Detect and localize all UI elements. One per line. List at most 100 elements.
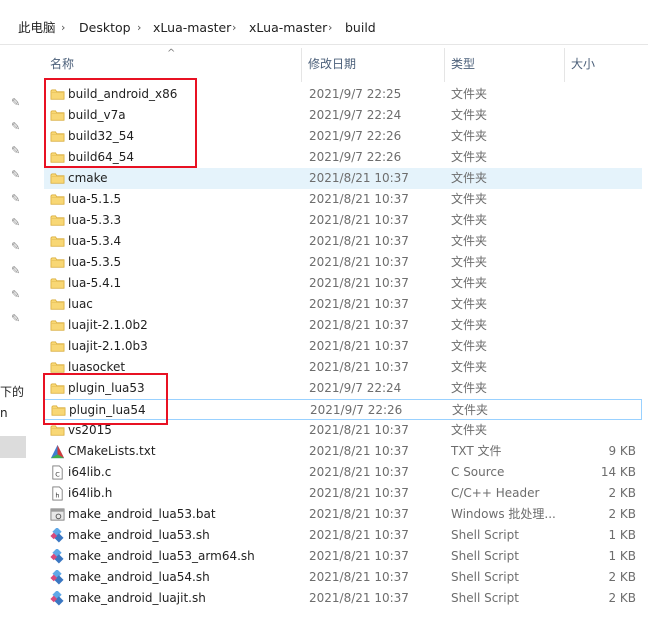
breadcrumb-this-pc[interactable]: 此电脑 xyxy=(18,20,56,36)
cmake-icon xyxy=(50,444,65,459)
file-name: plugin_lua54 xyxy=(69,403,146,417)
file-row[interactable]: make_android_luajit.sh 2021/8/21 10:37 She… xyxy=(44,588,642,609)
nav-item-label[interactable]: 下的 xyxy=(0,383,24,400)
file-name: i64lib.c xyxy=(68,465,112,479)
folder-icon xyxy=(50,108,65,123)
file-date: 2021/9/7 22:26 xyxy=(310,403,403,417)
file-row[interactable]: luajit-2.1.0b3 2021/8/21 10:37 文件夹 xyxy=(44,336,642,357)
file-type: 文件夹 xyxy=(451,150,488,164)
file-date: 2021/8/21 10:37 xyxy=(309,171,409,185)
file-row[interactable]: build_v7a 2021/9/7 22:24 文件夹 xyxy=(44,105,642,126)
folder-icon xyxy=(50,87,65,102)
file-row[interactable]: lua-5.3.3 2021/8/21 10:37 文件夹 xyxy=(44,210,642,231)
file-date: 2021/9/7 22:24 xyxy=(309,108,402,122)
breadcrumb-desktop[interactable]: Desktop xyxy=(79,20,131,36)
file-row[interactable]: lua-5.3.5 2021/8/21 10:37 文件夹 xyxy=(44,252,642,273)
folder-icon xyxy=(50,423,65,438)
file-row[interactable]: cmake 2021/8/21 10:37 文件夹 xyxy=(44,168,642,189)
file-row[interactable]: make_android_lua53.bat 2021/8/21 10:37 Win… xyxy=(44,504,642,525)
file-size: 1 KB xyxy=(608,528,636,542)
breadcrumb-xlua-master[interactable]: xLua-master xyxy=(153,20,231,36)
file-date: 2021/9/7 22:25 xyxy=(309,87,402,101)
chevron-right-icon: › xyxy=(61,21,66,34)
pin-icon[interactable]: ✎ xyxy=(11,168,25,182)
file-date: 2021/8/21 10:37 xyxy=(309,255,409,269)
file-row[interactable]: Ci64lib.c 2021/8/21 10:37 C Source 14 KB xyxy=(44,462,642,483)
file-type: Windows 批处理... xyxy=(451,507,556,521)
file-type: C/C++ Header xyxy=(451,486,540,500)
file-row[interactable]: build32_54 2021/9/7 22:26 文件夹 xyxy=(44,126,642,147)
file-row[interactable]: CMakeLists.txt 2021/8/21 10:37 TXT 文件 9 KB xyxy=(44,441,642,462)
file-type: 文件夹 xyxy=(451,318,488,332)
file-type: 文件夹 xyxy=(451,255,488,269)
file-date: 2021/9/7 22:26 xyxy=(309,129,402,143)
column-size-header[interactable]: 大小 xyxy=(565,48,648,82)
file-row[interactable]: plugin_lua53 2021/9/7 22:24 文件夹 xyxy=(44,378,642,399)
file-row[interactable]: make_android_lua54.sh 2021/8/21 10:37 Shel… xyxy=(44,567,642,588)
file-row[interactable]: luac 2021/8/21 10:37 文件夹 xyxy=(44,294,642,315)
file-row[interactable]: vs2015 2021/8/21 10:37 文件夹 xyxy=(44,420,642,441)
folder-icon xyxy=(50,318,65,333)
pin-icon[interactable]: ✎ xyxy=(11,312,25,326)
file-type: TXT 文件 xyxy=(451,444,502,458)
file-row[interactable]: luajit-2.1.0b2 2021/8/21 10:37 文件夹 xyxy=(44,315,642,336)
pin-icon[interactable]: ✎ xyxy=(11,264,25,278)
file-name: build32_54 xyxy=(68,129,135,143)
pin-icon[interactable]: ✎ xyxy=(11,288,25,302)
file-name: lua-5.3.5 xyxy=(68,255,122,269)
file-date: 2021/8/21 10:37 xyxy=(309,549,409,563)
shell-script-icon xyxy=(50,590,65,606)
pin-icon[interactable]: ✎ xyxy=(11,96,25,110)
folder-icon xyxy=(50,255,65,270)
address-bar[interactable]: 此电脑 › Desktop › xLua-master › xLua-maste… xyxy=(0,10,648,45)
breadcrumb-build[interactable]: build xyxy=(345,20,376,36)
file-type: 文件夹 xyxy=(451,276,488,290)
file-date: 2021/8/21 10:37 xyxy=(309,423,409,437)
pin-icon[interactable]: ✎ xyxy=(11,192,25,206)
file-row[interactable]: lua-5.3.4 2021/8/21 10:37 文件夹 xyxy=(44,231,642,252)
file-date: 2021/8/21 10:37 xyxy=(309,276,409,290)
file-type: 文件夹 xyxy=(451,360,488,374)
file-type: 文件夹 xyxy=(451,129,488,143)
file-size: 2 KB xyxy=(608,591,636,605)
pin-icon[interactable]: ✎ xyxy=(11,240,25,254)
pin-icon[interactable]: ✎ xyxy=(11,144,25,158)
file-type: Shell Script xyxy=(451,549,519,563)
file-name: luajit-2.1.0b2 xyxy=(68,318,148,332)
column-date-header[interactable]: 修改日期 xyxy=(302,48,445,82)
file-row[interactable]: make_android_lua53_arm64.sh 2021/8/21 10:… xyxy=(44,546,642,567)
file-date: 2021/8/21 10:37 xyxy=(309,465,409,479)
h-file-icon: h xyxy=(50,486,65,501)
file-row[interactable]: lua-5.4.1 2021/8/21 10:37 文件夹 xyxy=(44,273,642,294)
file-size: 9 KB xyxy=(608,444,636,458)
file-date: 2021/8/21 10:37 xyxy=(309,444,409,458)
file-date: 2021/8/21 10:37 xyxy=(309,318,409,332)
file-row[interactable]: make_android_lua53.sh 2021/8/21 10:37 Shel… xyxy=(44,525,642,546)
file-row[interactable]: build_android_x86 2021/9/7 22:25 文件夹 xyxy=(44,84,642,105)
file-row[interactable]: plugin_lua54 2021/9/7 22:26 文件夹 xyxy=(44,399,642,420)
file-date: 2021/9/7 22:24 xyxy=(309,381,402,395)
file-type: 文件夹 xyxy=(451,297,488,311)
file-date: 2021/8/21 10:37 xyxy=(309,192,409,206)
file-date: 2021/8/21 10:37 xyxy=(309,528,409,542)
file-date: 2021/8/21 10:37 xyxy=(309,339,409,353)
pin-icon[interactable]: ✎ xyxy=(11,120,25,134)
folder-icon xyxy=(50,171,65,186)
file-type: 文件夹 xyxy=(451,192,488,206)
column-type-header[interactable]: 类型 xyxy=(445,48,565,82)
file-type: 文件夹 xyxy=(451,381,488,395)
file-type: 文件夹 xyxy=(451,213,488,227)
file-row[interactable]: lua-5.1.5 2021/8/21 10:37 文件夹 xyxy=(44,189,642,210)
file-row[interactable]: luasocket 2021/8/21 10:37 文件夹 xyxy=(44,357,642,378)
file-row[interactable]: build64_54 2021/9/7 22:26 文件夹 xyxy=(44,147,642,168)
breadcrumb-xlua-master-inner[interactable]: xLua-master xyxy=(249,20,327,36)
nav-item-label[interactable]: n xyxy=(0,406,8,420)
nav-selected-item[interactable] xyxy=(0,436,26,458)
folder-icon xyxy=(50,192,65,207)
file-date: 2021/8/21 10:37 xyxy=(309,213,409,227)
file-name: i64lib.h xyxy=(68,486,113,500)
file-row[interactable]: h i64lib.h 2021/8/21 10:37 C/C++ Header 2 KB xyxy=(44,483,642,504)
file-name: luac xyxy=(68,297,93,311)
chevron-right-icon: › xyxy=(232,21,237,34)
pin-icon[interactable]: ✎ xyxy=(11,216,25,230)
